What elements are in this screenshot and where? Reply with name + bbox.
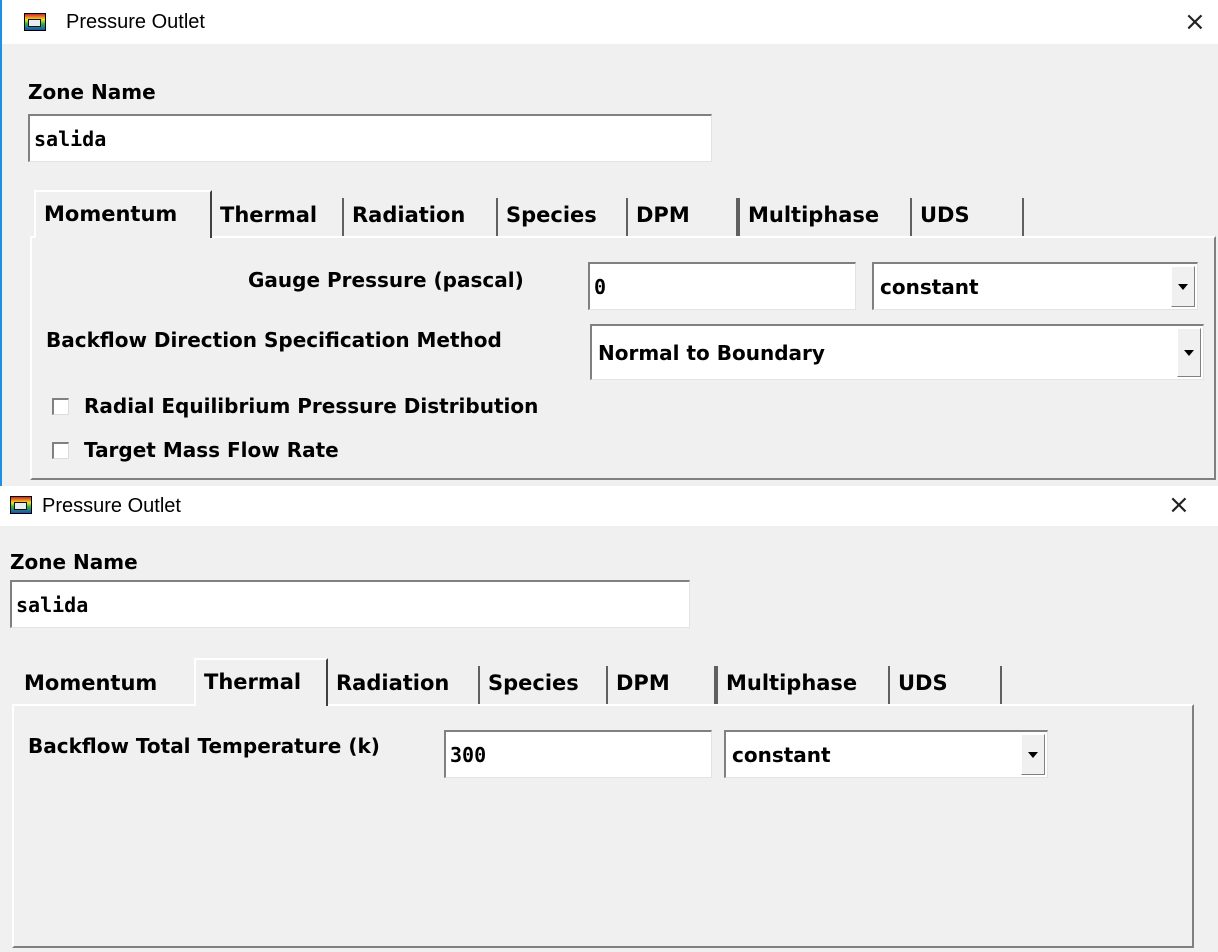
backflow-temperature-label: Backflow Total Temperature (k)	[28, 734, 380, 758]
zone-name-input[interactable]	[12, 582, 689, 627]
backflow-temperature-method-value: constant	[732, 742, 831, 767]
tab-uds[interactable]: UDS	[912, 198, 1024, 236]
window-title: Pressure Outlet	[42, 495, 181, 517]
target-mass-flow-label: Target Mass Flow Rate	[84, 438, 339, 462]
gauge-pressure-field[interactable]	[588, 262, 856, 310]
tab-dpm[interactable]: DPM	[608, 666, 716, 704]
pressure-outlet-dialog-momentum: Pressure Outlet × Zone Name Momentum The…	[0, 0, 1218, 486]
chevron-down-icon	[1028, 751, 1038, 758]
backflow-direction-select[interactable]: Normal to Boundary	[590, 324, 1204, 380]
tab-strip: Momentum Thermal Radiation Species DPM M…	[34, 190, 1034, 238]
tab-radiation[interactable]: Radiation	[344, 198, 498, 236]
zone-name-field[interactable]	[10, 580, 690, 628]
backflow-direction-label: Backflow Direction Specification Method	[46, 328, 502, 352]
pressure-outlet-dialog-thermal: Pressure Outlet × Zone Name Momentum The…	[0, 486, 1218, 952]
tab-momentum[interactable]: Momentum	[34, 190, 212, 238]
zone-name-field[interactable]	[28, 114, 712, 162]
close-icon[interactable]: ×	[1184, 9, 1206, 35]
backflow-temperature-method-select[interactable]: constant	[724, 730, 1048, 778]
tab-multiphase[interactable]: Multiphase	[738, 198, 912, 236]
window-title: Pressure Outlet	[66, 11, 205, 33]
radial-equilibrium-label: Radial Equilibrium Pressure Distribution	[84, 394, 539, 418]
zone-name-input[interactable]	[30, 116, 711, 161]
zone-name-label: Zone Name	[28, 80, 156, 104]
tab-species[interactable]: Species	[498, 198, 628, 236]
radial-equilibrium-checkbox[interactable]	[52, 398, 69, 415]
gauge-pressure-input[interactable]	[590, 264, 855, 309]
title-bar: Pressure Outlet ×	[0, 486, 1218, 526]
tab-dpm[interactable]: DPM	[628, 198, 738, 236]
fluent-app-icon	[24, 13, 46, 31]
backflow-temperature-field[interactable]	[444, 730, 712, 778]
zone-name-label: Zone Name	[10, 550, 138, 574]
title-bar: Pressure Outlet ×	[2, 0, 1218, 44]
close-icon[interactable]: ×	[1168, 492, 1190, 518]
dropdown-arrow-button[interactable]	[1171, 266, 1195, 307]
thermal-panel: Backflow Total Temperature (k) constant	[12, 704, 1194, 948]
tab-thermal[interactable]: Thermal	[194, 658, 328, 706]
gauge-pressure-method-select[interactable]: constant	[872, 262, 1198, 310]
tab-strip: Momentum Thermal Radiation Species DPM M…	[16, 658, 1016, 706]
gauge-pressure-method-value: constant	[880, 274, 979, 299]
gauge-pressure-label: Gauge Pressure (pascal)	[248, 268, 524, 292]
chevron-down-icon	[1184, 349, 1194, 356]
backflow-temperature-input[interactable]	[446, 732, 711, 777]
tab-thermal[interactable]: Thermal	[212, 198, 344, 236]
tab-multiphase[interactable]: Multiphase	[716, 666, 890, 704]
chevron-down-icon	[1178, 283, 1188, 290]
tab-species[interactable]: Species	[480, 666, 608, 704]
fluent-app-icon	[10, 496, 32, 514]
dropdown-arrow-button[interactable]	[1021, 734, 1045, 775]
tab-momentum[interactable]: Momentum	[16, 666, 194, 704]
backflow-direction-value: Normal to Boundary	[598, 340, 825, 365]
target-mass-flow-checkbox[interactable]	[52, 442, 69, 459]
tab-radiation[interactable]: Radiation	[328, 666, 480, 704]
momentum-panel: Gauge Pressure (pascal) constant Backflo…	[30, 236, 1216, 480]
tab-uds[interactable]: UDS	[890, 666, 1002, 704]
dropdown-arrow-button[interactable]	[1177, 328, 1201, 377]
